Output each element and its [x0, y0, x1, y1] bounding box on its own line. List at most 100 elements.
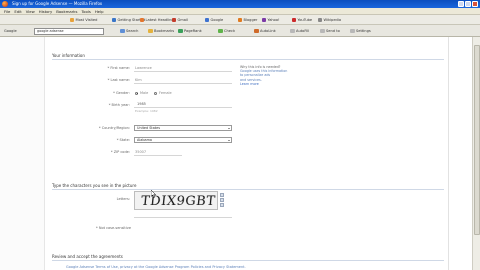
toolbar-button[interactable]: Search [120, 28, 138, 34]
bookmark-favicon-icon [70, 18, 74, 22]
menu-item-4[interactable]: Bookmarks [56, 9, 77, 14]
bookmark-label: Most Visited [75, 18, 98, 22]
learn-more-link[interactable]: Learn more [240, 82, 287, 86]
toolbar-button-label: AutoLink [260, 29, 276, 33]
state-label: * State: [116, 138, 130, 142]
birth-year-hint: Example: 1982 [135, 109, 158, 113]
maximize-icon[interactable] [465, 1, 471, 7]
toolbar-button[interactable]: Check [218, 28, 235, 34]
toolbar-search-input[interactable] [34, 27, 104, 35]
bookmark-label: Blogger [243, 18, 258, 22]
menu-bar: File Edit View History Bookmarks Tools Help [0, 8, 480, 15]
menu-item-0[interactable]: File [4, 9, 10, 14]
gender-label: * Gender: [113, 91, 130, 95]
birth-year-field[interactable]: 1985 [137, 102, 146, 106]
window-title: Sign up for Google Adsense — Mozilla Fir… [12, 1, 103, 7]
bookmark-favicon-icon [318, 18, 322, 22]
audio-captcha-icon[interactable] [220, 198, 224, 202]
section-title-terms: Review and accept the agreements [52, 254, 123, 259]
state-select[interactable]: Alabama [134, 137, 232, 143]
birth-year-label: * Birth year: [108, 103, 130, 107]
bookmark-label: YouTube [297, 18, 313, 22]
menu-item-1[interactable]: Edit [14, 9, 21, 14]
bookmark-favicon-icon [292, 18, 296, 22]
first-name-label: * First name: [107, 66, 130, 70]
toolbar-button-icon [178, 28, 183, 34]
info-side-note: Why this info is needed? Google uses thi… [240, 65, 287, 86]
last-name-underline [134, 83, 232, 84]
bookmark-item[interactable]: Latest Headlines [140, 17, 176, 23]
country-label: * Country/Region: [98, 126, 130, 130]
window-title-bar: Sign up for Google Adsense — Mozilla Fir… [0, 0, 480, 8]
left-margin-column [0, 37, 45, 270]
bookmark-label: Wikipedia [323, 18, 342, 22]
chevron-down-icon [228, 127, 230, 129]
section-divider [52, 59, 444, 60]
first-name-field[interactable]: Lawrence [135, 66, 152, 70]
chevron-down-icon [228, 139, 230, 141]
bookmark-item[interactable]: YouTube [292, 17, 312, 23]
bookmark-item[interactable]: Google [205, 17, 223, 23]
section-divider [52, 189, 444, 190]
last-name-field[interactable]: Kim [135, 78, 142, 82]
toolbar-button-label: Settings [356, 29, 371, 33]
gender-female-label: Female [159, 91, 172, 95]
bookmark-favicon-icon [238, 18, 242, 22]
country-select[interactable]: United States [134, 125, 232, 131]
bookmark-favicon-icon [172, 18, 176, 22]
toolbar-button[interactable]: Settings [350, 28, 371, 34]
toolbar-button[interactable]: Bookmarks [148, 28, 174, 34]
page-viewport: Your information * First name: Lawrence … [0, 37, 472, 270]
terms-text[interactable]: Google Adsense Terms of Use, privacy at … [66, 265, 246, 269]
minimize-icon[interactable] [458, 1, 464, 7]
bookmark-item[interactable]: Most Visited [70, 17, 97, 23]
toolbar-button-icon [218, 28, 223, 34]
birth-year-underline [134, 107, 232, 108]
bookmark-item[interactable]: Gmail [172, 17, 188, 23]
vertical-scrollbar[interactable] [472, 37, 480, 270]
toolbar-button-icon [290, 28, 295, 34]
zip-label: * ZIP code: [110, 150, 130, 154]
menu-item-2[interactable]: View [26, 9, 35, 14]
gender-male-radio[interactable] [135, 91, 139, 95]
gender-female-radio[interactable] [154, 91, 158, 95]
bookmark-item[interactable]: Blogger [238, 17, 257, 23]
toolbar-button[interactable]: Send to [320, 28, 340, 34]
toolbar-button-icon [120, 28, 125, 34]
bookmark-favicon-icon [205, 18, 209, 22]
toolbar-button-label: AutoFill [296, 29, 310, 33]
close-icon[interactable] [472, 1, 478, 7]
refresh-captcha-icon[interactable] [220, 193, 224, 197]
bookmark-item[interactable]: Yahoo! [262, 17, 280, 23]
captcha-label: Letters: [116, 197, 130, 201]
captcha-hint: * Not case-sensitive [96, 226, 131, 230]
bookmark-label: Gmail [177, 18, 189, 22]
menu-item-5[interactable]: Tools [81, 9, 90, 14]
state-select-value: Alabama [137, 138, 152, 142]
toolbar-button[interactable]: AutoFill [290, 28, 309, 34]
google-toolbar: Google Search Bookmarks PageRank Check AutoL… [0, 25, 480, 37]
menu-item-3[interactable]: History [39, 9, 53, 14]
section-title-information: Your information [52, 53, 85, 58]
captcha-controls [220, 193, 225, 208]
google-toolbar-label: Google [4, 29, 17, 33]
bookmark-item[interactable]: Wikipedia [318, 17, 341, 23]
bookmark-label: Latest Headlines [145, 18, 176, 22]
toolbar-button-label: Send to [326, 29, 340, 33]
toolbar-button-label: PageRank [184, 29, 202, 33]
bookmark-label: Yahoo! [267, 18, 280, 22]
zip-field[interactable]: 35007 [135, 150, 146, 154]
scrollbar-thumb[interactable] [474, 45, 480, 235]
bookmark-favicon-icon [140, 18, 144, 22]
toolbar-button-icon [254, 28, 259, 34]
bookmark-favicon-icon [112, 18, 116, 22]
gender-male-label: Male [140, 91, 149, 95]
zip-underline [134, 155, 182, 156]
last-name-label: * Last name: [107, 78, 130, 82]
toolbar-button-label: Bookmarks [154, 29, 175, 33]
toolbar-button[interactable]: PageRank [178, 28, 202, 34]
toolbar-button[interactable]: AutoLink [254, 28, 276, 34]
menu-item-6[interactable]: Help [95, 9, 104, 14]
captcha-image: TDIX9GBT [134, 191, 218, 210]
help-captcha-icon[interactable] [220, 203, 224, 207]
